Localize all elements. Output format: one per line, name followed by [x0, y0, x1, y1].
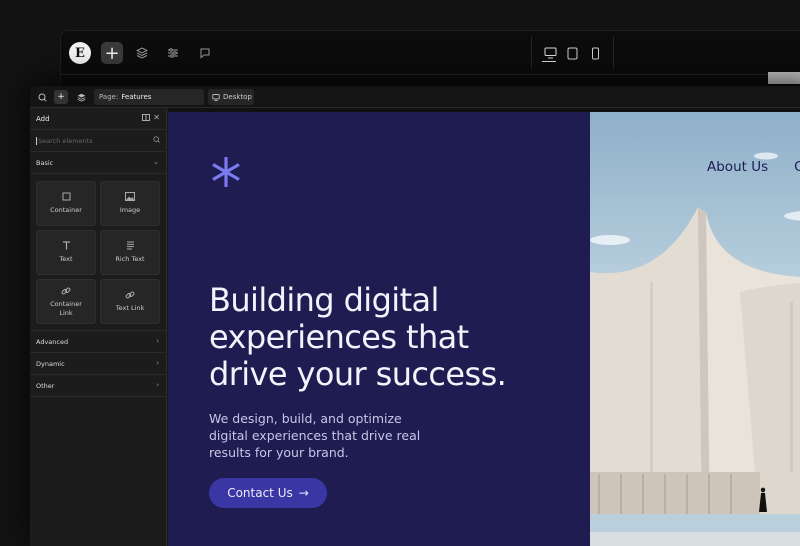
back-editor-window: E + [60, 30, 800, 90]
section-other-label: Other [36, 381, 55, 390]
hero-headline[interactable]: Building digital experiences that drive … [209, 282, 569, 393]
contact-us-label: Contact Us [227, 486, 293, 500]
chevron-right-icon: › [156, 381, 159, 389]
page-canvas: Building digital experiences that drive … [168, 108, 800, 546]
link-icon [61, 286, 71, 296]
headline-line: Building digital [209, 281, 439, 319]
section-basic[interactable]: Basic ⌄ [30, 152, 166, 174]
back-divider [61, 74, 800, 75]
subtext-line: We design, build, and optimize [209, 411, 402, 426]
asterisk-logo-icon [212, 157, 240, 187]
architecture-photo [590, 152, 800, 532]
desktop-view-icon[interactable] [542, 45, 558, 61]
mobile-view-icon[interactable] [587, 45, 603, 61]
square-icon [62, 192, 71, 202]
active-device-indicator [542, 61, 556, 62]
toolbar-divider [613, 37, 614, 69]
page-selector-label: Page: [99, 93, 119, 101]
nav-item-about-us[interactable]: About Us [707, 159, 768, 175]
section-basic-label: Basic [36, 158, 54, 167]
search-icon [153, 136, 160, 145]
editor-topbar: + Page: Features Desktop [30, 86, 800, 108]
device-selector-label: Desktop [223, 93, 252, 101]
widget-label: Image [119, 206, 141, 214]
basic-widgets-grid: Container Image Text Rich Text Container… [30, 174, 166, 331]
widget-label: Rich Text [115, 255, 145, 263]
front-editor-window: + Page: Features Desktop Add ✕ Search el… [30, 86, 800, 546]
widget-text[interactable]: Text [36, 230, 96, 275]
site-navigation: About Us Ou [707, 159, 800, 175]
back-toolbar: E + [61, 31, 800, 75]
link-icon [125, 290, 135, 300]
add-elements-panel: Add ✕ Search elements Basic ⌄ Container [30, 108, 167, 546]
panel-title: Add [36, 114, 50, 123]
settings-sliders-icon[interactable] [162, 42, 184, 64]
panel-header: Add ✕ [30, 108, 166, 130]
widget-rich-text[interactable]: Rich Text [100, 230, 160, 275]
image-icon [125, 192, 135, 202]
subtext-line: results for your brand. [209, 445, 349, 460]
comments-icon[interactable] [194, 42, 216, 64]
hero-subtext[interactable]: We design, build, and optimize digital e… [209, 410, 439, 461]
rich-text-icon [126, 241, 135, 251]
widget-label: Container Link [50, 299, 82, 317]
headline-line: drive your success. [209, 355, 507, 393]
widget-image[interactable]: Image [100, 181, 160, 226]
nav-item-partial[interactable]: Ou [794, 159, 800, 175]
chevron-down-icon: ⌄ [153, 158, 159, 166]
headline-line: experiences that [209, 318, 469, 356]
layers-icon[interactable] [131, 42, 153, 64]
text-icon [62, 241, 71, 251]
search-input[interactable]: Search elements [30, 130, 166, 152]
add-element-button[interactable]: + [101, 42, 123, 64]
back-preview-edge [768, 72, 800, 84]
hero-image[interactable]: About Us Ou [590, 112, 800, 546]
layers-icon[interactable] [74, 90, 88, 104]
tablet-view-icon[interactable] [564, 45, 580, 61]
section-dynamic-label: Dynamic [36, 359, 65, 368]
widget-label: Text [59, 255, 73, 263]
arrow-right-icon: → [298, 486, 309, 500]
contact-us-button[interactable]: Contact Us → [209, 478, 327, 508]
elementor-logo-icon[interactable]: E [69, 42, 91, 64]
chevron-right-icon: › [156, 337, 159, 345]
hero-section[interactable]: Building digital experiences that drive … [168, 112, 590, 546]
section-other[interactable]: Other › [30, 375, 166, 397]
search-icon[interactable] [35, 90, 49, 104]
widget-text-link[interactable]: Text Link [100, 279, 160, 324]
widget-container[interactable]: Container [36, 181, 96, 226]
section-advanced[interactable]: Advanced › [30, 331, 166, 353]
add-button[interactable]: + [54, 90, 68, 104]
device-selector[interactable]: Desktop [208, 89, 254, 105]
widget-label: Container [50, 206, 82, 214]
section-advanced-label: Advanced [36, 337, 69, 346]
section-dynamic[interactable]: Dynamic › [30, 353, 166, 375]
desktop-icon [212, 93, 220, 101]
search-placeholder: Search elements [38, 136, 93, 145]
toolbar-divider [531, 37, 532, 69]
page-selector[interactable]: Page: Features [94, 89, 204, 105]
chevron-right-icon: › [156, 359, 159, 367]
page-selector-value: Features [121, 93, 152, 101]
widget-label: Text Link [115, 304, 145, 312]
widget-container-link[interactable]: Container Link [36, 279, 96, 324]
close-icon[interactable]: ✕ [153, 113, 160, 122]
dock-panel-icon[interactable] [142, 114, 150, 123]
text-caret [36, 136, 37, 145]
subtext-line: digital experiences that drive real [209, 428, 421, 443]
